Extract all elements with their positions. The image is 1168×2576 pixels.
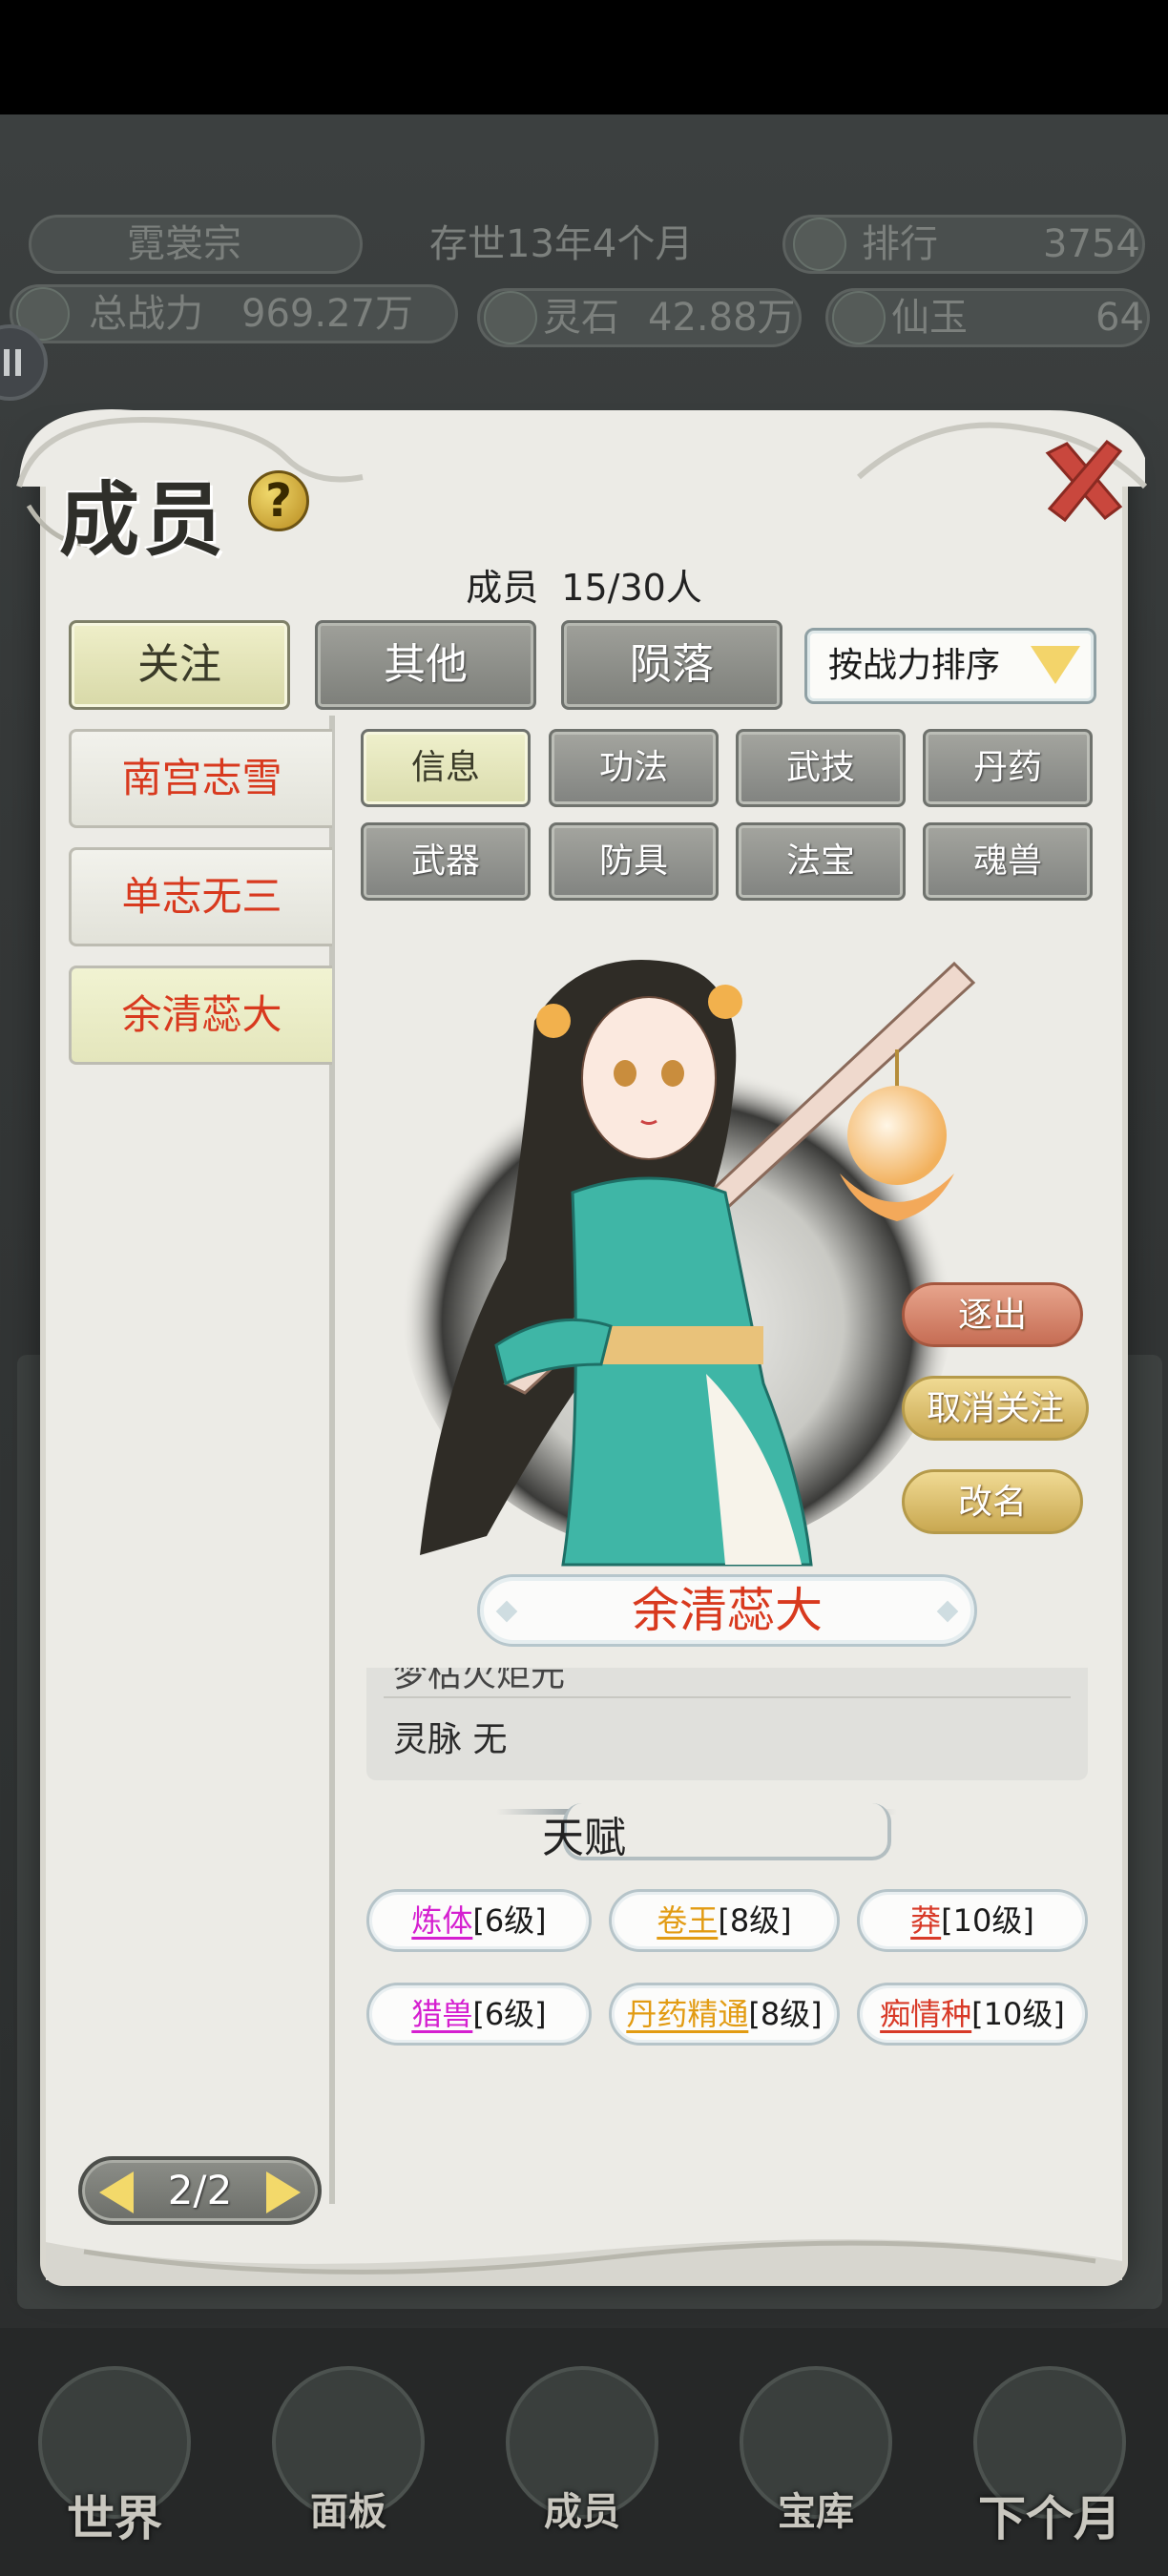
diamond-icon bbox=[936, 1600, 959, 1623]
nav-next-month[interactable]: 下个月 bbox=[954, 2366, 1145, 2549]
tab-armor[interactable]: 防具 bbox=[549, 822, 719, 901]
talent-chip[interactable]: 丹药精通[8级] bbox=[609, 1983, 840, 2046]
diamond-icon bbox=[495, 1600, 518, 1623]
talent-level: [10级] bbox=[941, 1902, 1034, 1939]
member-count-label: 成员 bbox=[466, 567, 539, 609]
expel-button[interactable]: 逐出 bbox=[902, 1282, 1083, 1347]
nav-members[interactable]: 成员 bbox=[487, 2366, 678, 2536]
divider bbox=[384, 1696, 1071, 1698]
jade-icon bbox=[832, 291, 886, 344]
tab-fallen[interactable]: 陨落 bbox=[561, 620, 782, 710]
character-name-plate: 余清蕊大 bbox=[477, 1574, 977, 1647]
member-list-item[interactable]: 南宫志雪 bbox=[69, 729, 332, 828]
chevron-down-icon bbox=[1031, 646, 1080, 684]
talent-chip[interactable]: 痴情种[10级] bbox=[857, 1983, 1088, 2046]
talent-level: [8级] bbox=[718, 1902, 792, 1939]
close-icon[interactable] bbox=[1038, 434, 1130, 526]
help-icon[interactable]: ? bbox=[248, 470, 309, 531]
tab-weapon[interactable]: 武器 bbox=[361, 822, 531, 901]
talent-name: 丹药精通 bbox=[626, 1996, 749, 2032]
talent-name: 莽 bbox=[910, 1902, 942, 1939]
talent-level: [6级] bbox=[472, 1902, 547, 1939]
tab-martial-skills[interactable]: 武技 bbox=[736, 729, 906, 807]
jade-pill: 仙玉 64 bbox=[825, 288, 1150, 347]
sect-name-pill: 霓裳宗 bbox=[29, 215, 363, 274]
sort-label: 按战力排序 bbox=[828, 646, 1001, 685]
member-list-item[interactable]: 单志无三 bbox=[69, 847, 332, 946]
jade-value: 64 bbox=[1095, 296, 1144, 340]
nav-panel[interactable]: 面板 bbox=[253, 2366, 444, 2536]
talent-name: 猎兽 bbox=[411, 1996, 473, 2032]
talent-name: 痴情种 bbox=[880, 1996, 972, 2032]
talent-level: [6级] bbox=[472, 1996, 547, 2032]
talent-name: 炼体 bbox=[411, 1902, 473, 1939]
member-count-value: 15/30人 bbox=[561, 567, 702, 609]
talent-heading: 天赋 bbox=[542, 1814, 626, 1862]
tab-artifact[interactable]: 法宝 bbox=[736, 822, 906, 901]
spirit-stone-icon bbox=[484, 291, 537, 344]
tab-followed[interactable]: 关注 bbox=[69, 620, 290, 710]
power-pill: 总战力 969.27万 bbox=[10, 284, 458, 343]
talent-chip[interactable]: 猎兽[6级] bbox=[366, 1983, 592, 2046]
tab-soul-beast[interactable]: 魂兽 bbox=[923, 822, 1093, 901]
sect-name: 霓裳宗 bbox=[127, 222, 241, 266]
spirit-stone-value: 42.88万 bbox=[648, 296, 796, 340]
unfollow-button[interactable]: 取消关注 bbox=[902, 1376, 1089, 1441]
power-label: 总战力 bbox=[89, 292, 203, 336]
tab-info[interactable]: 信息 bbox=[361, 729, 531, 807]
talent-level: [10级] bbox=[971, 1996, 1065, 2032]
rank-label: 排行 bbox=[862, 222, 938, 266]
nav-treasury[interactable]: 宝库 bbox=[720, 2366, 911, 2536]
info-row-clipped: 梦枯火炬元 bbox=[393, 1668, 566, 1694]
member-count: 成员 15/30人 bbox=[0, 558, 1168, 611]
talent-chip[interactable]: 炼体[6级] bbox=[366, 1889, 592, 1952]
cloud-footer-decoration bbox=[46, 2239, 1122, 2280]
sect-age: 存世13年4个月 bbox=[429, 222, 694, 266]
talent-chip[interactable]: 卷王[8级] bbox=[609, 1889, 840, 1952]
dialog-title: 成员 bbox=[59, 472, 228, 567]
talent-name: 卷王 bbox=[657, 1902, 719, 1939]
member-list-item-selected[interactable]: 余清蕊大 bbox=[69, 966, 332, 1065]
jade-label: 仙玉 bbox=[891, 296, 968, 340]
spirit-vein-row: 灵脉 无 bbox=[393, 1720, 508, 1759]
info-panel[interactable]: 梦枯火炬元 灵脉 无 bbox=[366, 1668, 1088, 1780]
status-bar bbox=[0, 0, 1168, 114]
tab-others[interactable]: 其他 bbox=[315, 620, 536, 710]
talent-level: [8级] bbox=[748, 1996, 823, 2032]
nav-world[interactable]: 世界 bbox=[19, 2366, 210, 2549]
sort-dropdown[interactable]: 按战力排序 bbox=[804, 628, 1096, 704]
rank-pill: 排行 3754 bbox=[782, 215, 1145, 274]
rename-button[interactable]: 改名 bbox=[902, 1469, 1083, 1534]
rank-icon bbox=[793, 218, 846, 271]
power-value: 969.27万 bbox=[241, 292, 413, 336]
tab-techniques[interactable]: 功法 bbox=[549, 729, 719, 807]
character-name: 余清蕊大 bbox=[632, 1583, 823, 1638]
rank-value: 3754 bbox=[1043, 222, 1140, 266]
spirit-stone-label: 灵石 bbox=[543, 296, 619, 340]
talent-chip[interactable]: 莽[10级] bbox=[857, 1889, 1088, 1952]
tab-pills[interactable]: 丹药 bbox=[923, 729, 1093, 807]
spirit-stone-pill: 灵石 42.88万 bbox=[477, 288, 802, 347]
